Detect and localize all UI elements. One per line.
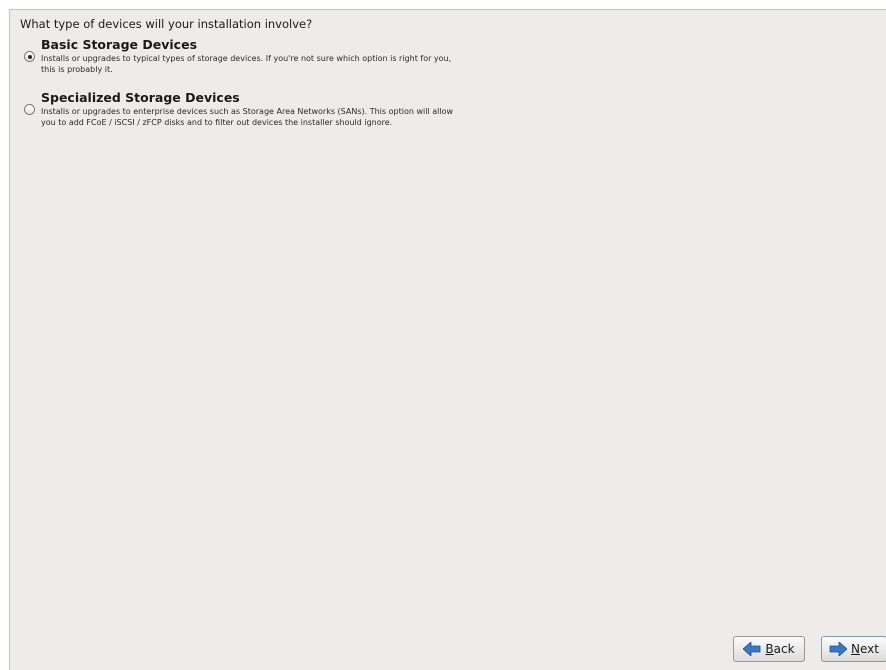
next-button[interactable]: Next	[821, 636, 886, 662]
specialized-storage-description: Installs or upgrades to enterprise devic…	[41, 106, 581, 128]
specialized-storage-text[interactable]: Specialized Storage Devices Installs or …	[41, 91, 581, 128]
basic-storage-description: Installs or upgrades to typical types of…	[41, 53, 581, 75]
specialized-storage-title[interactable]: Specialized Storage Devices	[41, 91, 581, 105]
basic-storage-description-line1: Installs or upgrades to typical types of…	[41, 54, 452, 63]
specialized-storage-radio[interactable]	[24, 104, 35, 115]
next-label-rest: ext	[860, 642, 879, 656]
arrow-right-icon	[829, 642, 848, 656]
specialized-storage-description-line1: Installs or upgrades to enterprise devic…	[41, 107, 453, 116]
basic-storage-radio[interactable]	[24, 51, 35, 62]
page-question: What type of devices will your installat…	[20, 17, 313, 31]
next-button-label: Next	[851, 642, 879, 656]
back-button[interactable]: Back	[733, 636, 805, 662]
specialized-storage-description-line2: you to add FCoE / iSCSI / zFCP disks and…	[41, 118, 393, 127]
back-mnemonic: B	[765, 642, 774, 656]
basic-storage-title[interactable]: Basic Storage Devices	[41, 38, 581, 52]
basic-storage-text[interactable]: Basic Storage Devices Installs or upgrad…	[41, 38, 581, 75]
arrow-left-icon	[743, 642, 761, 656]
back-button-label: Back	[765, 642, 794, 656]
back-label-rest: ack	[773, 642, 795, 656]
installer-window: What type of devices will your installat…	[0, 0, 886, 670]
basic-storage-description-line2: this is probably it.	[41, 65, 113, 74]
next-mnemonic: N	[851, 642, 860, 656]
storage-selection-panel: What type of devices will your installat…	[9, 9, 886, 670]
